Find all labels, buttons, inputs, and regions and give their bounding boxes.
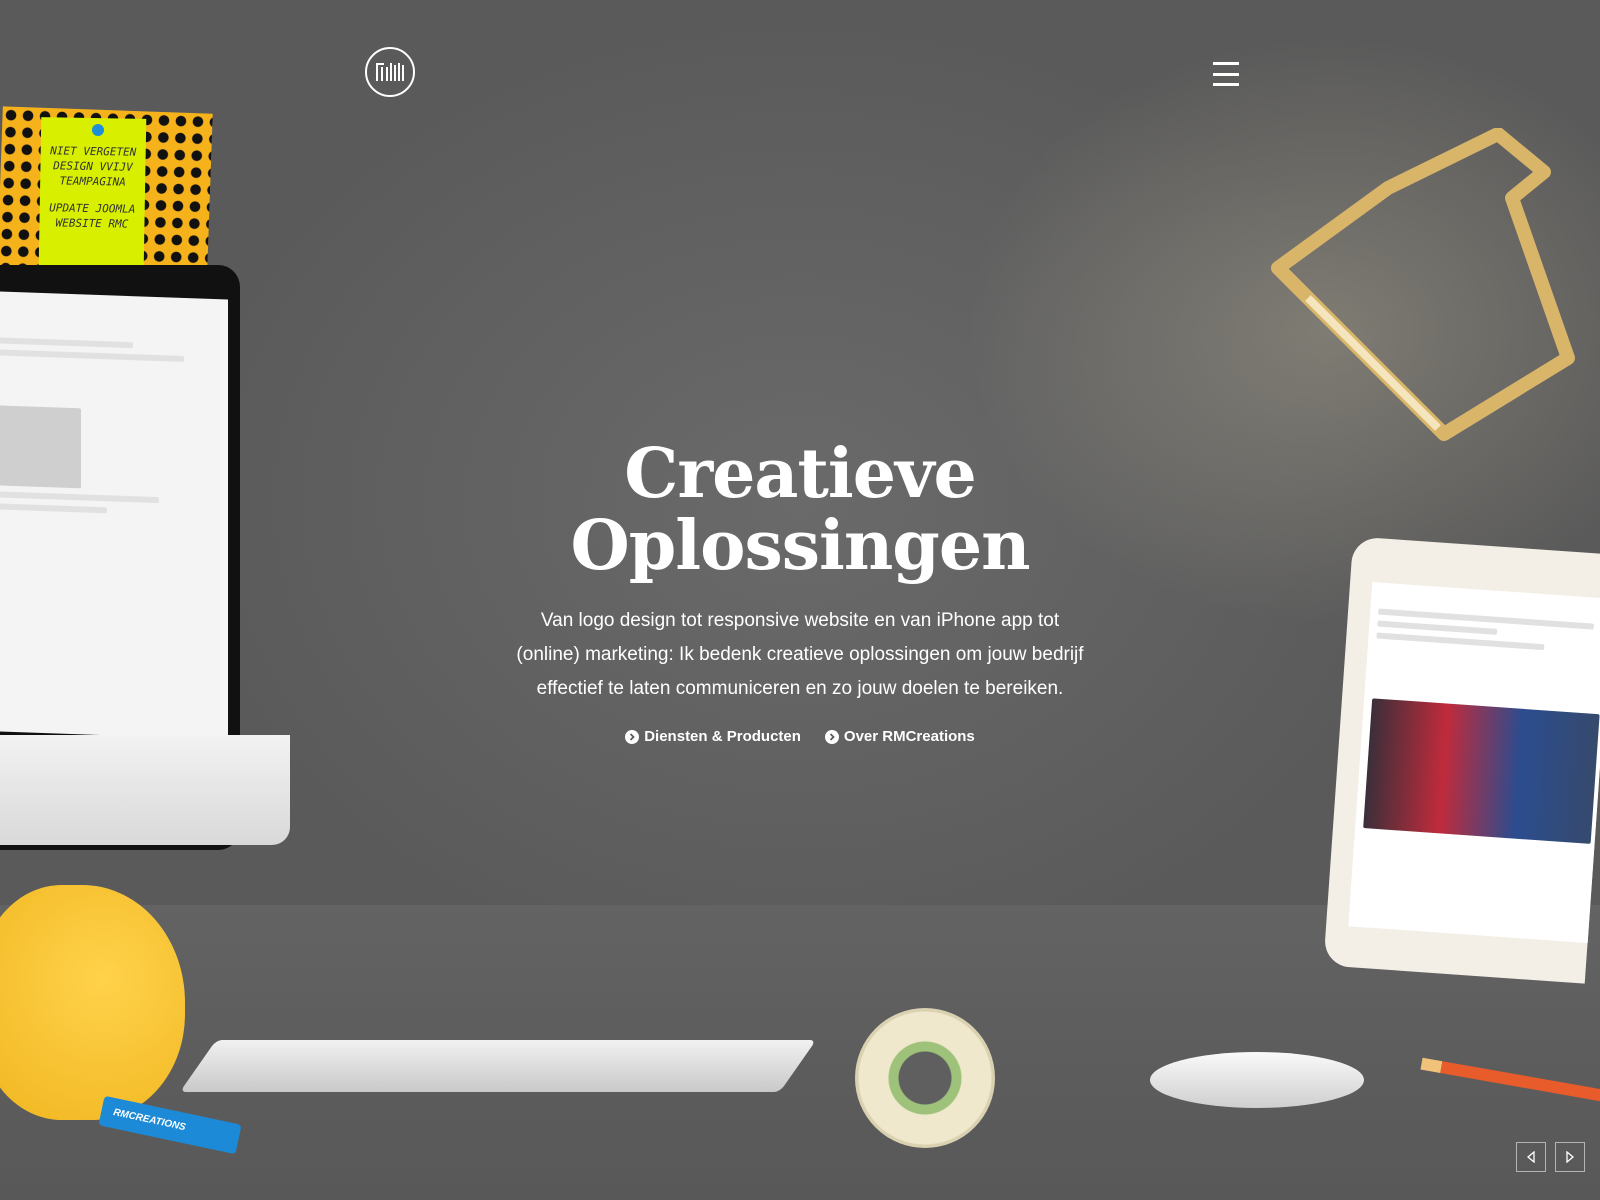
menu-button[interactable]: [1206, 58, 1246, 90]
mouse: [1150, 1052, 1364, 1108]
marker-label: RMCREATIONS: [112, 1107, 187, 1134]
hamburger-menu-icon-bar: [1213, 83, 1239, 86]
hero-title: Creatieve Oplossingen: [480, 438, 1120, 582]
hero-title-line: Oplossingen: [570, 506, 1030, 586]
hero-description-line: (online) marketing: Ik bedenk creatieve …: [516, 644, 1084, 665]
imac-screen: [0, 290, 228, 740]
slider-prev-button[interactable]: [1516, 1142, 1546, 1172]
keyboard: [179, 1040, 817, 1092]
push-pin: [92, 124, 104, 136]
sticky-note-line: DESIGN VVIJV: [53, 159, 133, 174]
triangle-right-icon: [1566, 1151, 1575, 1163]
hero-description: Van logo design tot responsive website e…: [480, 604, 1120, 706]
sticky-note-line: WEBSITE RMC: [55, 216, 129, 231]
ipad-screen: [1348, 582, 1600, 943]
slider-next-button[interactable]: [1555, 1142, 1585, 1172]
lamp-decoration: [1271, 128, 1575, 441]
hero-title-line: Creatieve: [624, 434, 977, 514]
rmc-logo-icon: [376, 63, 404, 81]
sticky-note: NIET VERGETEN DESIGN VVIJV TEAMPAGINA UP…: [38, 117, 147, 267]
hero-description-line: effectief te laten communiceren en zo jo…: [536, 678, 1064, 699]
services-link-label: Diensten & Producten: [644, 728, 801, 745]
logo-link[interactable]: [365, 47, 415, 97]
about-link-label: Over RMCreations: [843, 728, 975, 745]
imac-chin: [0, 735, 290, 845]
hero-section: Creatieve Oplossingen Van logo design to…: [480, 438, 1120, 745]
hero-description-line: Van logo design tot responsive website e…: [540, 610, 1060, 631]
tape-roll: [855, 1008, 995, 1148]
hamburger-menu-icon: [1213, 62, 1239, 65]
hero-links: Diensten & Producten Over RMCreations: [480, 728, 1120, 745]
about-link[interactable]: Over RMCreations: [824, 728, 975, 745]
triangle-left-icon: [1526, 1151, 1535, 1163]
services-link[interactable]: Diensten & Producten: [625, 728, 801, 745]
chevron-right-circle-icon: [625, 729, 640, 744]
hamburger-menu-icon-bar: [1213, 72, 1239, 76]
chevron-right-circle-icon: [824, 729, 839, 744]
